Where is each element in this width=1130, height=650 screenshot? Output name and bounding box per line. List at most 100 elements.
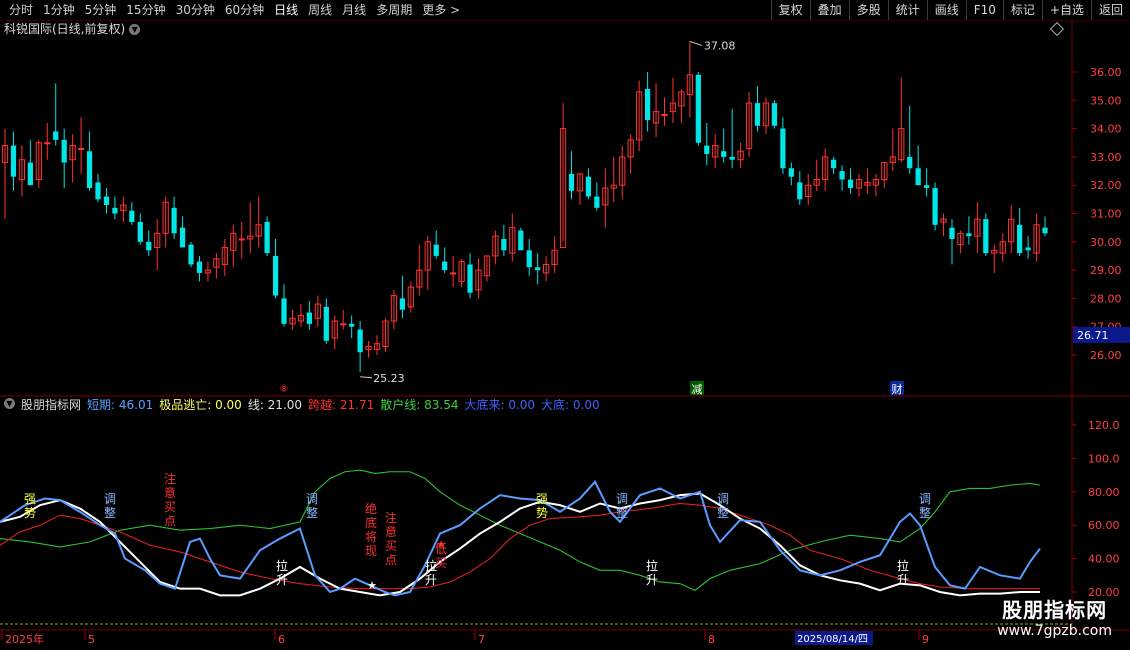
candle-body <box>95 182 101 200</box>
signal-label-char: 拉 <box>425 558 437 573</box>
candle-body <box>526 250 532 268</box>
candle-body <box>932 188 938 225</box>
watermark-title: 股朋指标网 <box>1002 598 1108 622</box>
signal-label-char: 强 <box>24 492 36 506</box>
indicator-header: ▼ 股朋指标网 短期: 46.01 极品逃亡: 0.00 线: 21.00 跨越: 2… <box>4 398 600 413</box>
price-label: 29.00 <box>1090 264 1122 277</box>
candle-body <box>585 176 592 197</box>
price-label: 34.00 <box>1090 123 1122 136</box>
signal-label-char: 调 <box>717 492 729 506</box>
high-pointer <box>689 40 703 46</box>
candle-body <box>704 145 710 155</box>
candle-body <box>53 131 59 140</box>
date-label: 5 <box>88 633 95 646</box>
candle-body <box>695 74 701 143</box>
event-marker-cai: 财 <box>892 382 903 396</box>
signal-label-char: 升 <box>276 573 288 587</box>
candle-body <box>721 151 727 157</box>
signal-label-char: 调 <box>919 492 931 506</box>
candle-body <box>467 264 473 293</box>
candle-body <box>171 207 177 234</box>
watermark-url: www.7gpzb.com <box>997 623 1112 639</box>
candle-body <box>188 244 194 265</box>
price-label: 33.00 <box>1090 151 1122 164</box>
candle-body <box>179 227 186 248</box>
date-label: 6 <box>278 633 285 646</box>
candle-body <box>661 113 668 116</box>
signal-label-char: 意 <box>164 485 176 500</box>
indicator-value-0: 短期: 46.01 <box>87 398 154 412</box>
candle-body <box>399 298 406 310</box>
candle-body <box>924 185 930 189</box>
signal-label-char: 势 <box>536 506 548 520</box>
signal-label-char: 势 <box>24 506 36 520</box>
price-label: 30.00 <box>1090 236 1122 249</box>
indicator-name: 股朋指标网 <box>21 398 82 412</box>
signal-label-char: 绝 <box>365 501 377 516</box>
candle-body <box>10 145 17 177</box>
signal-label-char: 整 <box>919 505 931 520</box>
candle-body <box>797 182 803 200</box>
signal-label-char: 买 <box>164 500 176 514</box>
watermark: 股朋指标网 www.7gpzb.com <box>997 598 1112 640</box>
signal-label-char: 点 <box>164 514 176 528</box>
candle-body <box>729 156 735 160</box>
indicator-value-4: 散户线: 83.54 <box>380 398 459 412</box>
chart-canvas: 36.00 35.00 34.00 33.00 32.00 31.00 30.00 29.00… <box>0 20 1130 646</box>
ind-axis-label: 120.0 <box>1088 419 1120 432</box>
candle-body <box>137 221 143 242</box>
candle-body <box>907 156 913 169</box>
series-line-green <box>0 469 1041 591</box>
candle-body <box>306 312 313 324</box>
date-label: 9 <box>922 633 929 646</box>
signal-label-char: 拉 <box>897 558 909 573</box>
price-label: 36.00 <box>1090 66 1122 79</box>
signal-label-char: 拉 <box>646 558 658 573</box>
current-price-label: 26.71 <box>1077 329 1109 342</box>
candle-body <box>323 306 329 341</box>
candle-body <box>788 168 794 177</box>
candle-body <box>103 196 110 206</box>
indicator-value-6: 大底: 0.00 <box>541 398 600 412</box>
candle-body <box>146 241 152 251</box>
indicator-value-5: 大底来: 0.00 <box>464 398 536 412</box>
chevron-down-icon[interactable]: ▼ <box>4 398 15 409</box>
candle-body <box>771 103 778 126</box>
signal-label-char: 将 <box>365 530 377 544</box>
indicator-value-1: 极品逃亡: 0.00 <box>159 398 242 412</box>
candle-body <box>442 261 448 271</box>
candle-body <box>1017 224 1023 254</box>
candle-body <box>129 210 135 222</box>
candle-body <box>450 272 457 275</box>
signal-label-char: 底 <box>365 515 377 530</box>
date-cursor-label: 2025/08/14/四 <box>797 634 868 645</box>
signal-label-char: 调 <box>104 492 116 506</box>
star-icon: ★ <box>367 579 377 592</box>
signal-label-char: 升 <box>425 573 437 587</box>
candle-body <box>86 151 93 189</box>
candle-body <box>1042 227 1048 234</box>
signal-label-char: 强 <box>536 492 548 506</box>
ind-axis-label: 60.00 <box>1088 519 1120 532</box>
candle-body <box>77 147 85 150</box>
candle-body <box>754 103 761 126</box>
date-label: 2025年 <box>5 632 44 646</box>
low-pointer <box>360 376 373 379</box>
signal-label-char: 现 <box>365 544 377 558</box>
signal-label-char: 整 <box>306 505 318 520</box>
date-label: 8 <box>708 633 715 646</box>
candle-body <box>847 179 854 189</box>
price-label: 26.00 <box>1090 349 1122 362</box>
candle-body <box>27 162 33 186</box>
high-price-label: 37.08 <box>704 39 736 52</box>
candle-body <box>518 230 524 251</box>
indicator-value-2: 线: 21.00 <box>247 398 303 412</box>
ind-axis-label: 80.00 <box>1088 486 1120 499</box>
signal-label-char: 整 <box>616 505 628 520</box>
candle-body <box>501 238 507 251</box>
ind-axis-label: 100.0 <box>1088 452 1120 465</box>
candle-body <box>568 173 575 191</box>
candle-body <box>264 221 270 254</box>
signal-label-char: 升 <box>646 573 658 587</box>
candle-body <box>433 244 439 256</box>
